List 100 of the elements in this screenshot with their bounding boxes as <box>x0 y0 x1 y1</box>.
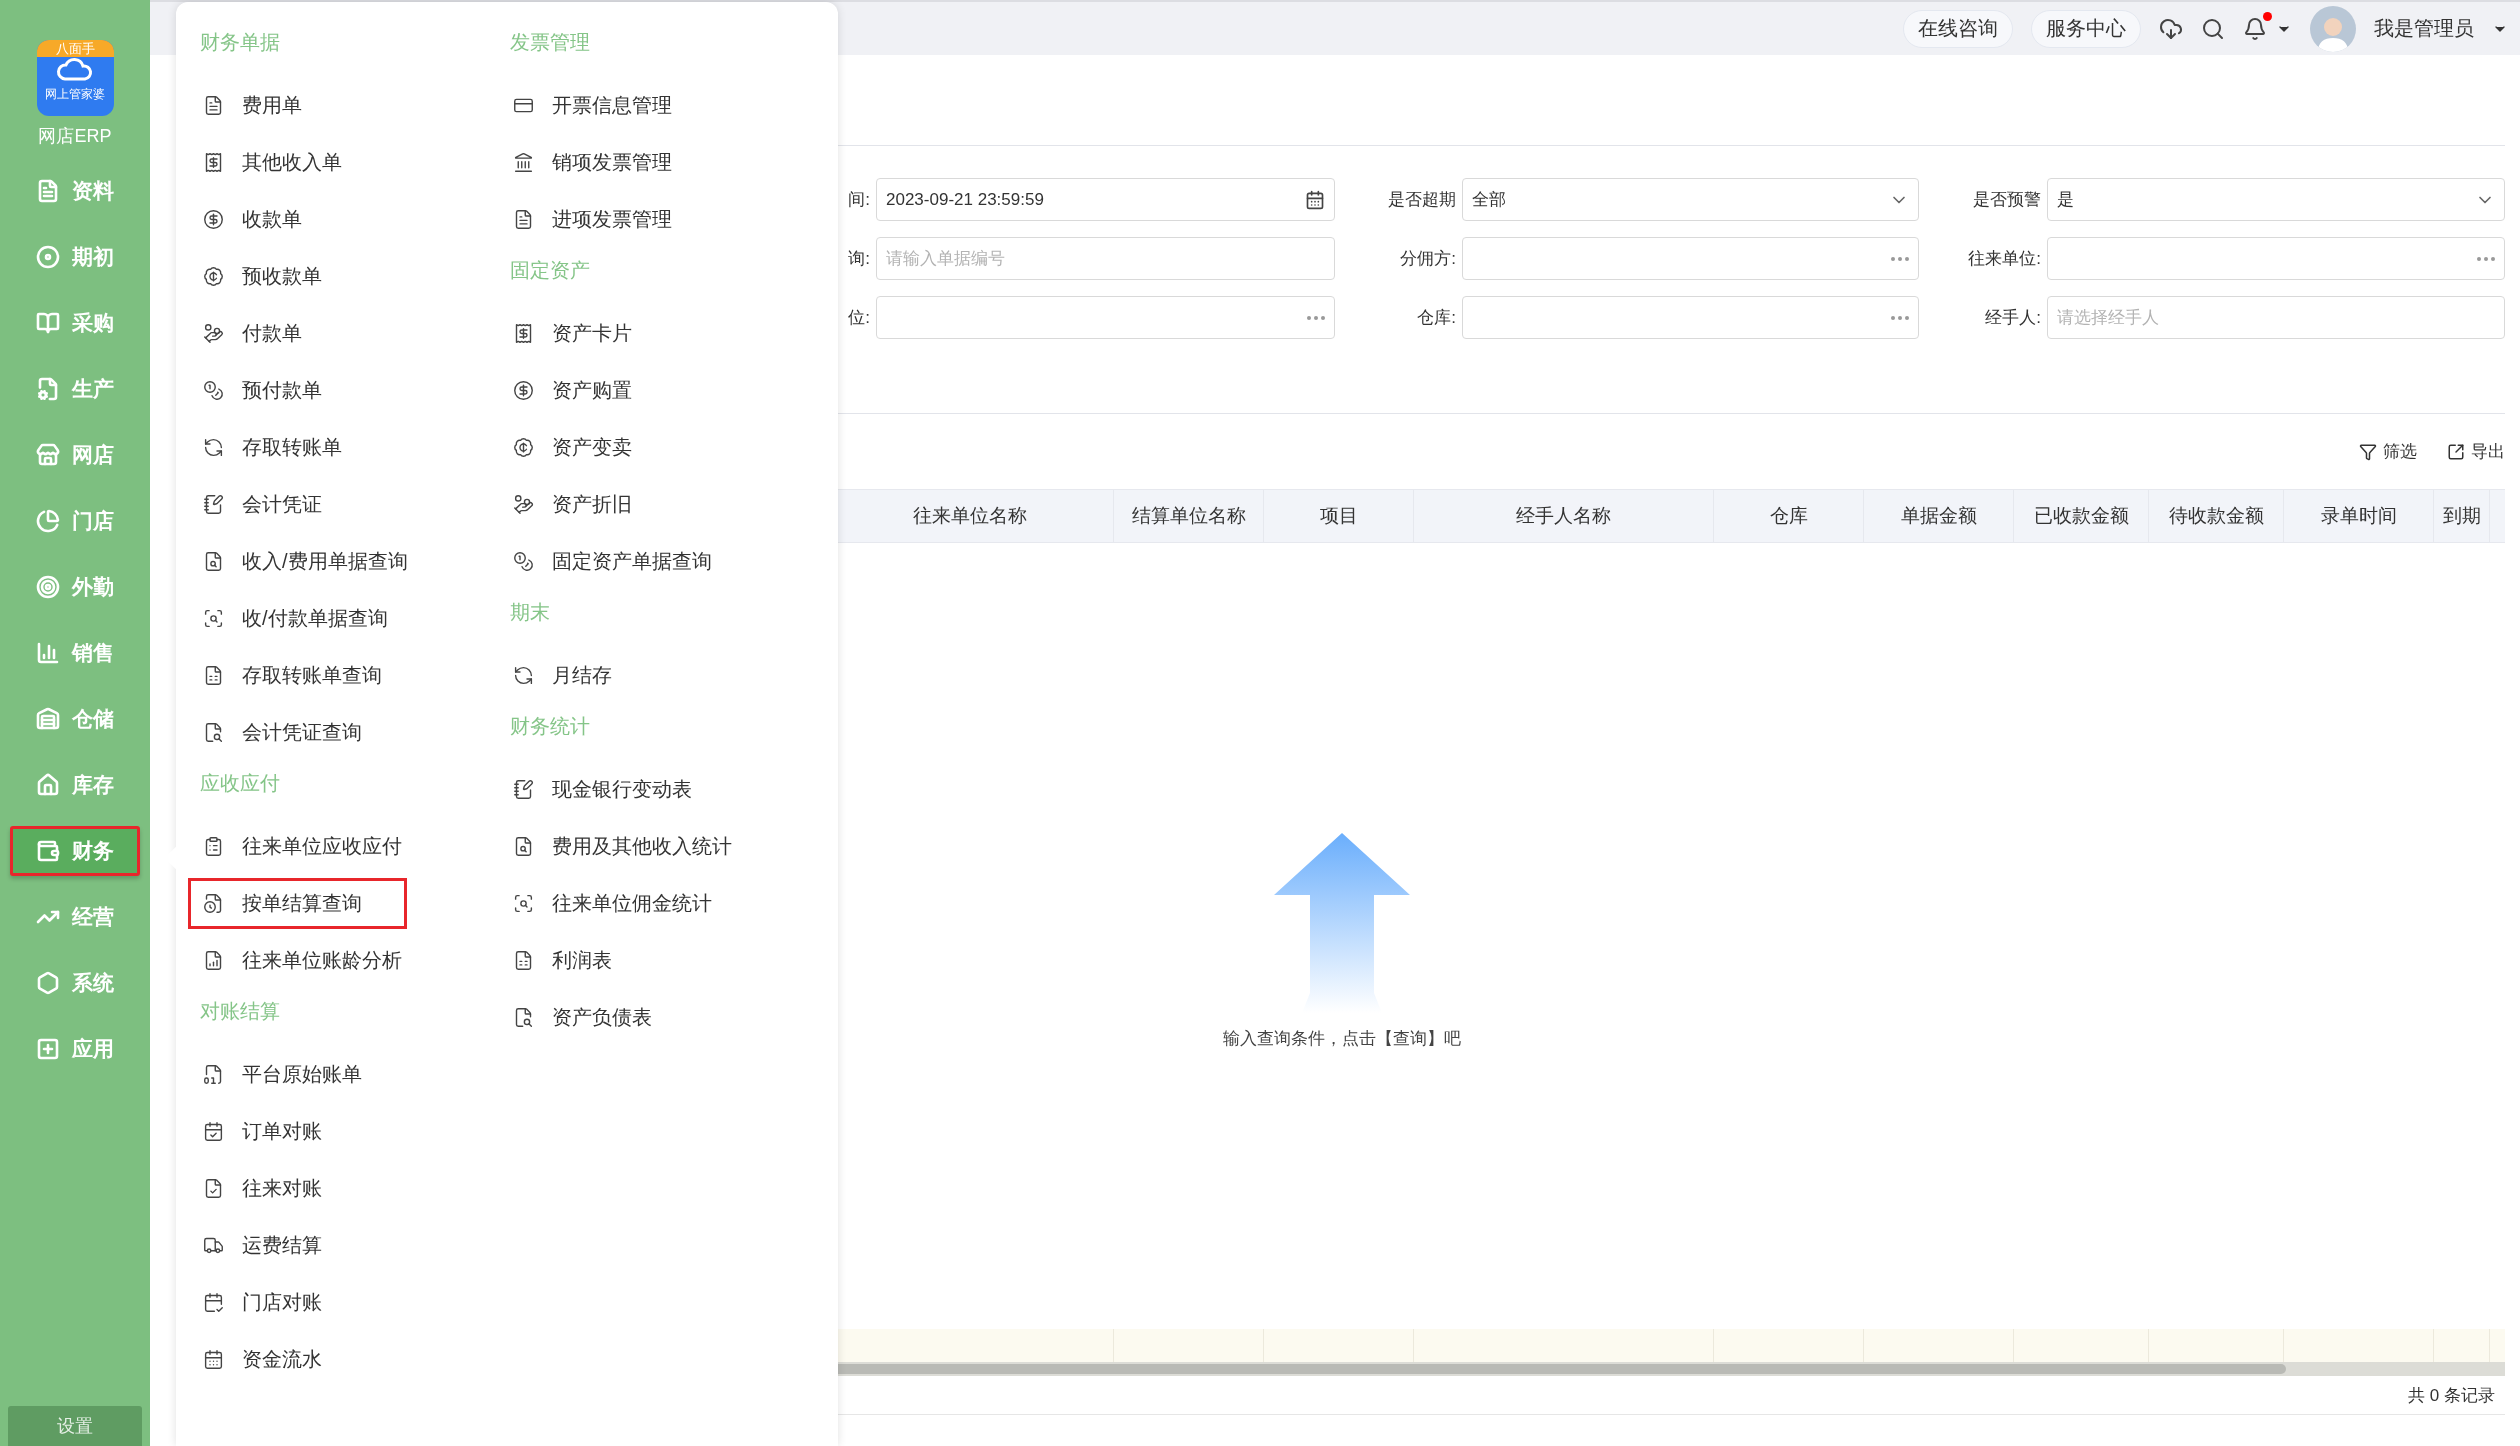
menu-item[interactable]: 资产负债表 <box>498 989 697 1046</box>
cloud-download-icon[interactable] <box>2159 16 2183 41</box>
menu-item[interactable]: 收款单 <box>188 191 347 248</box>
menu-item[interactable]: 资产变卖 <box>498 419 677 476</box>
module-icon <box>36 509 60 533</box>
menu-item[interactable]: 资产卡片 <box>498 305 677 362</box>
logo-badge-text: 八面手 <box>36 40 114 57</box>
module-icon <box>36 641 60 665</box>
field-label: 是否超期 <box>1388 189 1457 211</box>
field-label: 是否预警 <box>1973 189 2042 211</box>
menu-item[interactable]: 利润表 <box>498 932 657 989</box>
header-button[interactable]: 在线咨询 <box>1903 9 2013 48</box>
menu-item[interactable]: 存取转账单 <box>188 419 387 476</box>
menu-section-title: 期末 <box>510 600 550 625</box>
input-field[interactable] <box>2047 237 2505 280</box>
menu-item[interactable]: 预付款单 <box>188 362 367 419</box>
menu-item[interactable]: 进项发票管理 <box>498 191 717 248</box>
menu-item[interactable]: 按单结算查询 <box>188 878 407 929</box>
menu-item[interactable]: 费用及其他收入统计 <box>498 818 777 875</box>
search-icon[interactable] <box>2201 16 2225 41</box>
menu-section-title: 财务统计 <box>510 714 590 739</box>
module-icon <box>36 443 60 467</box>
field-label: 仓库: <box>1417 307 1457 329</box>
module-icon <box>36 575 60 599</box>
menu-item[interactable]: 会计凭证查询 <box>188 704 407 761</box>
menu-item[interactable]: 预收款单 <box>188 248 367 305</box>
toolbar-button[interactable]: 导出 <box>2447 440 2505 463</box>
module-icon <box>36 179 60 203</box>
calendar-icon <box>1305 189 1325 210</box>
module-icon <box>36 377 60 401</box>
menu-item[interactable]: 现金银行变动表 <box>498 761 737 818</box>
export-icon <box>2447 442 2465 461</box>
column-header: 单据金额 <box>1864 490 2014 542</box>
menu-item[interactable]: 存取转账单查询 <box>188 647 427 704</box>
input-field[interactable] <box>1462 296 1919 339</box>
ellipsis-icon <box>1307 315 1325 320</box>
menu-section-title: 发票管理 <box>510 30 590 55</box>
input-field[interactable]: 2023-09-21 23:59:59 <box>876 178 1335 221</box>
column-header: 项目 <box>1264 490 1414 542</box>
menu-section-title: 财务单据 <box>200 30 280 55</box>
ellipsis-icon <box>1891 256 1909 261</box>
field-label: 询: <box>848 248 871 270</box>
field-label: 往来单位: <box>1968 248 2042 270</box>
record-count: 共 0 条记录 <box>2408 1384 2495 1407</box>
menu-section-title: 应收应付 <box>200 771 280 796</box>
menu-item[interactable]: 资产购置 <box>498 362 677 419</box>
menu-section-title: 对账结算 <box>200 999 280 1024</box>
logo-caption: 网上管家婆 <box>45 86 105 103</box>
module-icon <box>36 971 60 995</box>
field-label: 经手人: <box>1985 307 2042 329</box>
menu-item[interactable]: 会计凭证 <box>188 476 367 533</box>
empty-message: 输入查询条件，点击【查询】吧 <box>1222 1028 1461 1050</box>
toolbar-button[interactable]: 筛选 <box>2359 440 2417 463</box>
menu-item[interactable]: 付款单 <box>188 305 347 362</box>
column-header: 经手人名称 <box>1414 490 1714 542</box>
avatar[interactable] <box>2310 5 2356 52</box>
module-icon <box>36 773 60 797</box>
menu-item[interactable]: 其他收入单 <box>188 134 387 191</box>
menu-item[interactable]: 月结存 <box>498 647 657 704</box>
ellipsis-icon <box>2477 256 2495 261</box>
input-field[interactable]: 是 <box>2047 178 2505 221</box>
menu-item[interactable]: 开票信息管理 <box>498 77 717 134</box>
module-icon <box>36 311 60 335</box>
ellipsis-icon <box>1891 315 1909 320</box>
field-label: 位: <box>848 307 871 329</box>
filter-icon <box>2359 442 2377 461</box>
field-label: 间: <box>848 189 871 211</box>
menu-item[interactable]: 资金流水 <box>188 1331 367 1388</box>
menu-item[interactable]: 平台原始账单 <box>188 1046 407 1103</box>
module-icon <box>36 707 60 731</box>
module-icon <box>36 1037 60 1061</box>
menu-item[interactable]: 销项发票管理 <box>498 134 717 191</box>
user-name[interactable]: 我是管理员 <box>2374 15 2474 42</box>
field-label: 分佣方: <box>1400 248 1457 270</box>
menu-item[interactable]: 固定资产单据查询 <box>498 533 757 590</box>
module-icon <box>36 245 60 269</box>
menu-item[interactable]: 往来单位佣金统计 <box>498 875 757 932</box>
menu-item[interactable]: 资产折旧 <box>498 476 677 533</box>
menu-item[interactable]: 收/付款单据查询 <box>188 590 433 647</box>
notification-icon[interactable] <box>2243 16 2267 41</box>
input-field[interactable] <box>876 296 1335 339</box>
column-header: 到期 <box>2434 490 2490 542</box>
menu-item[interactable]: 往来单位账龄分析 <box>188 932 447 989</box>
menu-item[interactable]: 订单对账 <box>188 1103 367 1160</box>
menu-item[interactable]: 往来对账 <box>188 1160 367 1217</box>
column-header: 待收款金额 <box>2149 490 2284 542</box>
column-header: 仓库 <box>1714 490 1864 542</box>
input-field[interactable]: 全部 <box>1462 178 1919 221</box>
input-field[interactable] <box>1462 237 1919 280</box>
header-button[interactable]: 服务中心 <box>2031 9 2141 48</box>
column-header: 已收款金额 <box>2014 490 2149 542</box>
menu-item[interactable]: 费用单 <box>188 77 347 134</box>
app-name: 网店ERP <box>38 125 112 148</box>
menu-item[interactable]: 往来单位应收应付 <box>188 818 447 875</box>
column-header: 结算单位名称 <box>1114 490 1264 542</box>
menu-section-title: 固定资产 <box>510 258 590 283</box>
menu-item[interactable]: 运费结算 <box>188 1217 367 1274</box>
menu-item[interactable]: 收入/费用单据查询 <box>188 533 453 590</box>
menu-item[interactable]: 门店对账 <box>188 1274 367 1331</box>
column-header: 录单时间 <box>2284 490 2434 542</box>
